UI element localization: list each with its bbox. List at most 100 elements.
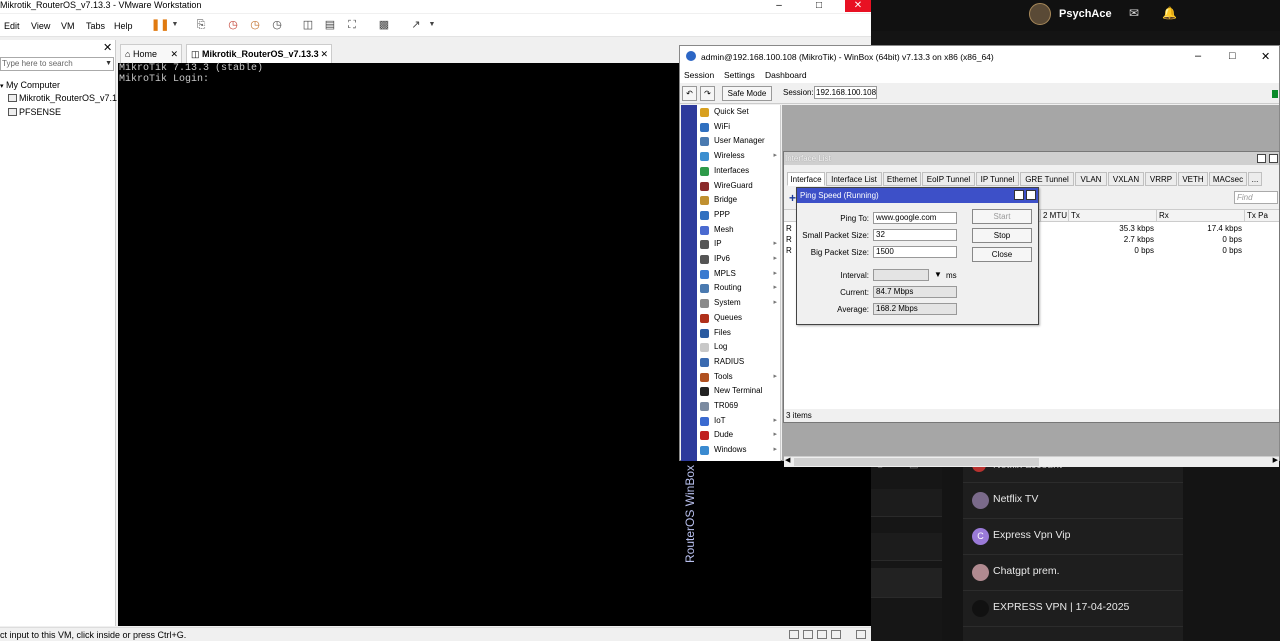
column-header[interactable]: Tx Pa xyxy=(1244,210,1279,222)
minimize-button[interactable]: – xyxy=(1195,50,1201,62)
tab-item[interactable]: MACsec xyxy=(1209,172,1247,186)
bell-icon[interactable]: 🔔 xyxy=(1162,6,1177,20)
nav-item[interactable]: IP ▸ xyxy=(697,237,781,252)
menu-tabs[interactable]: Tabs xyxy=(86,21,105,31)
message-icon[interactable] xyxy=(856,630,866,639)
pause-dropdown-icon[interactable]: ▼ xyxy=(168,18,182,32)
scroll-right-icon[interactable]: ▶ xyxy=(1273,456,1278,464)
nav-item[interactable]: Dude ▸ xyxy=(697,428,781,443)
snapshot-manager-icon[interactable]: ◷ xyxy=(270,18,284,32)
close-button[interactable]: ✕ xyxy=(845,0,871,12)
menu-vm[interactable]: VM xyxy=(61,21,75,31)
list-item[interactable]: C Express Vpn Vip xyxy=(963,519,1183,555)
nav-item[interactable]: Files xyxy=(697,326,781,341)
menu-session[interactable]: Session xyxy=(684,70,714,80)
menu-edit[interactable]: Edit xyxy=(4,21,20,31)
snapshot-icon[interactable]: ◷ xyxy=(226,18,240,32)
interval-field[interactable] xyxy=(873,269,929,281)
revert-snapshot-icon[interactable]: ◷ xyxy=(248,18,262,32)
menu-help[interactable]: Help xyxy=(114,21,133,31)
maximize-icon[interactable] xyxy=(1257,154,1266,163)
close-icon[interactable]: ✕ xyxy=(103,41,112,54)
maximize-icon[interactable] xyxy=(1014,190,1024,200)
minimize-button[interactable]: – xyxy=(766,0,792,12)
list-item[interactable]: Netflix TV xyxy=(963,483,1183,519)
redo-icon[interactable]: ↷ xyxy=(700,86,715,101)
nav-item[interactable]: Queues xyxy=(697,311,781,326)
avatar[interactable] xyxy=(1029,3,1051,25)
add-icon[interactable]: + xyxy=(789,191,796,205)
nav-item[interactable]: Interfaces xyxy=(697,164,781,179)
pause-icon[interactable]: ❚❚ xyxy=(151,18,169,32)
tab-item[interactable]: IP Tunnel xyxy=(976,172,1019,186)
list-item[interactable]: EXPRESS VPN | 17-04-2025 xyxy=(963,591,1183,627)
column-header[interactable]: Tx xyxy=(1068,210,1156,222)
list-item[interactable] xyxy=(871,568,942,598)
nav-item[interactable]: WireGuard xyxy=(697,179,781,194)
tab-mikrotik[interactable]: ◫ Mikrotik_RouterOS_v7.13.3 ✕ xyxy=(186,44,332,63)
nav-item[interactable]: IoT ▸ xyxy=(697,414,781,429)
nav-item[interactable]: PPP xyxy=(697,208,781,223)
stretch-icon[interactable]: ↗ xyxy=(409,18,423,32)
menu-view[interactable]: View xyxy=(31,21,50,31)
full-screen-icon[interactable]: ⛶ xyxy=(345,18,359,32)
stop-button[interactable]: Stop xyxy=(972,228,1032,243)
usb-icon[interactable] xyxy=(817,630,827,639)
start-button[interactable]: Start xyxy=(972,209,1032,224)
library-search-input[interactable]: Type here to search ▼ xyxy=(0,57,114,71)
interval-dropdown-icon[interactable]: ▼ xyxy=(934,270,942,279)
nav-item[interactable]: Routing ▸ xyxy=(697,281,781,296)
undo-icon[interactable]: ↶ xyxy=(682,86,697,101)
tab-item[interactable]: VETH xyxy=(1178,172,1208,186)
nav-item[interactable]: Tools ▸ xyxy=(697,370,781,385)
tab-item[interactable]: VLAN xyxy=(1075,172,1107,186)
brand-name[interactable]: PsychAce xyxy=(1059,8,1112,20)
tab-item[interactable]: GRE Tunnel xyxy=(1020,172,1074,186)
list-item[interactable]: Chatgpt prem. xyxy=(963,555,1183,591)
nav-item[interactable]: New Terminal xyxy=(697,384,781,399)
tab-item[interactable]: ... xyxy=(1248,172,1262,186)
nav-item[interactable]: RADIUS xyxy=(697,355,781,370)
list-item[interactable] xyxy=(871,533,942,561)
nav-item[interactable]: Bridge xyxy=(697,193,781,208)
nav-item[interactable]: Wireless ▸ xyxy=(697,149,781,164)
tab-home[interactable]: ⌂ Home ✕ xyxy=(120,44,182,63)
small-packet-field[interactable]: 32 xyxy=(873,229,957,241)
nav-item[interactable]: Log xyxy=(697,340,781,355)
list-item[interactable] xyxy=(871,489,942,517)
mail-icon[interactable]: ✉ xyxy=(1129,6,1139,20)
sound-icon[interactable] xyxy=(831,630,841,639)
tab-item[interactable]: VXLAN xyxy=(1108,172,1144,186)
close-icon[interactable]: ✕ xyxy=(320,45,328,63)
scroll-left-icon[interactable]: ◀ xyxy=(785,456,790,464)
menu-settings[interactable]: Settings xyxy=(724,70,755,80)
maximize-button[interactable]: □ xyxy=(1229,50,1236,62)
close-icon[interactable] xyxy=(1026,190,1036,200)
nav-item[interactable]: User Manager xyxy=(697,134,781,149)
tab-item[interactable]: EoIP Tunnel xyxy=(922,172,975,186)
tree-vm-pfsense[interactable]: PFSENSE xyxy=(8,107,61,117)
nav-item[interactable]: WiFi xyxy=(697,120,781,135)
tree-my-computer[interactable]: ▾ My Computer xyxy=(0,80,60,90)
big-packet-field[interactable]: 1500 xyxy=(873,246,957,258)
nav-item[interactable]: Mesh xyxy=(697,223,781,238)
nav-item[interactable]: System ▸ xyxy=(697,296,781,311)
close-icon[interactable] xyxy=(1269,154,1278,163)
tree-vm-mikrotik[interactable]: Mikrotik_RouterOS_v7.1 xyxy=(8,93,117,103)
show-library-icon[interactable]: ◫ xyxy=(301,18,315,32)
column-header[interactable]: 2 MTU xyxy=(1040,210,1068,222)
thumbnail-bar-icon[interactable]: ▤ xyxy=(323,18,337,32)
nav-item[interactable]: MPLS ▸ xyxy=(697,267,781,282)
ping-to-field[interactable]: www.google.com xyxy=(873,212,957,224)
nav-item[interactable]: TR069 xyxy=(697,399,781,414)
find-input[interactable]: Find xyxy=(1234,191,1278,204)
stretch-dropdown-icon[interactable]: ▼ xyxy=(425,18,439,32)
nav-item[interactable]: Quick Set xyxy=(697,105,781,120)
maximize-button[interactable]: □ xyxy=(806,0,832,12)
close-button[interactable]: ✕ xyxy=(1261,50,1270,63)
chevron-down-icon[interactable]: ▼ xyxy=(105,58,112,70)
close-button[interactable]: Close xyxy=(972,247,1032,262)
collapse-icon[interactable]: ▾ xyxy=(0,83,4,90)
tab-item[interactable]: Interface List xyxy=(826,172,882,186)
column-header[interactable]: Rx xyxy=(1156,210,1244,222)
